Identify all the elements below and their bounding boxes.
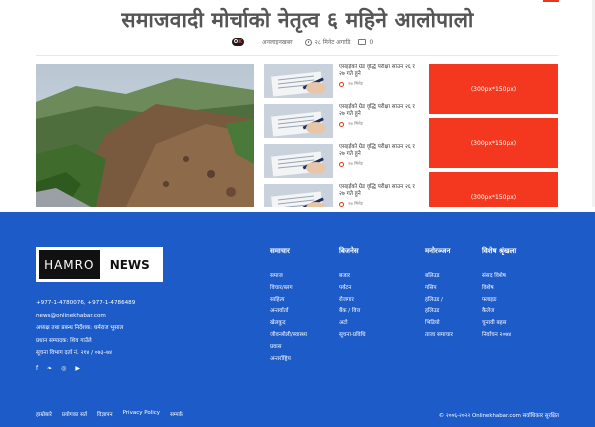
ad-column: (300px*150px) (300px*150px) (300px*150px… — [429, 64, 558, 226]
clock-icon — [339, 201, 344, 207]
editor-line: प्रधान सम्पादक: शिव गाउँले — [36, 337, 92, 344]
exam-photo — [264, 64, 333, 98]
facebook-icon[interactable]: f — [36, 365, 38, 372]
footer-link[interactable]: विशेष — [482, 283, 516, 295]
contact-link[interactable]: सम्पर्क — [170, 410, 183, 418]
social-links: f ❧ ◎ ▶ — [36, 365, 80, 372]
email-link[interactable]: news@onlinekhabar.com — [36, 310, 135, 323]
clock-icon — [339, 81, 344, 87]
publish-time: २८ मिनेट अगाडि — [314, 39, 351, 46]
footer-link[interactable]: भिडियो — [425, 318, 453, 330]
author-name[interactable]: अनलाइनखबर — [262, 38, 293, 46]
footer-link[interactable]: बैंक / वित्त — [339, 306, 366, 318]
footer-link[interactable]: निर्वाचन २०७४ — [482, 330, 516, 342]
news-thumbnail[interactable] — [264, 184, 333, 207]
related-news-item[interactable]: एसइईको ग्रेड वृद्धि परीक्षा साउन २६ र २७… — [264, 184, 419, 207]
footer-link[interactable]: हलिउड / — [425, 295, 453, 307]
news-title[interactable]: एसइईको ग्रेड वृद्धि परीक्षा साउन २६ र २७… — [339, 64, 415, 78]
footer-link[interactable]: प्रवास — [270, 342, 307, 354]
terms-link[interactable]: प्रयोगका सर्त — [62, 410, 87, 418]
news-time: २७ मिनेट — [348, 162, 364, 167]
footer-column-news: समाचार समाज विचार/ब्लग साहित्य अन्तर्वार… — [270, 247, 307, 365]
clock-icon — [339, 161, 344, 167]
exam-photo — [264, 184, 333, 207]
news-thumbnail[interactable] — [264, 104, 333, 138]
footer-link[interactable]: अटो — [339, 318, 366, 330]
related-news-item[interactable]: एसइईको ग्रेड वृद्धि परीक्षा साउन २६ र २७… — [264, 64, 419, 104]
logo-word-news: NEWS — [99, 250, 160, 279]
footer-link[interactable]: बजार — [339, 271, 366, 283]
advertise-link[interactable]: विज्ञापन — [97, 410, 113, 418]
footer-column-entertainment: मनोरञ्जन बलिउड गसिप हलिउड / हलिउड भिडियो… — [425, 247, 453, 342]
footer-link[interactable]: संसद विशेष — [482, 271, 516, 283]
footer-link[interactable]: रोजगार — [339, 295, 366, 307]
footer-column-business: बिजनेस बजार पर्यटन रोजगार बैंक / वित्त अ… — [339, 247, 366, 342]
footer-column-special: विशेष श्रृंखला संसद विशेष विशेष फ्लाइङ क… — [482, 247, 516, 342]
clock-icon — [304, 38, 312, 46]
comment-count[interactable]: 0 — [369, 39, 373, 46]
footer-link[interactable]: अन्तर्वार्ता — [270, 306, 307, 318]
column-heading[interactable]: समाचार — [270, 247, 307, 256]
article-headline: समाजवादी मोर्चाको नेतृत्व ६ महिने आलोपाल… — [121, 8, 474, 32]
news-title[interactable]: एसइईको ग्रेड वृद्धि परीक्षा साउन २६ र २७… — [339, 184, 415, 198]
footer-link[interactable]: विचार/ब्लग — [270, 283, 307, 295]
contact-info: +977-1-4780076, +977-1-4786489 news@onli… — [36, 297, 135, 360]
news-time: २७ मिनेट — [348, 122, 364, 127]
footer-link[interactable]: जीवनशैली/स्वास्थ्य — [270, 330, 307, 342]
about-link[interactable]: हाम्रोबारे — [36, 410, 52, 418]
news-time: २७ मिनेट — [348, 82, 364, 87]
footer-link[interactable]: पर्यटन — [339, 283, 366, 295]
footer-link[interactable]: साहित्य — [270, 295, 307, 307]
instagram-icon[interactable]: ◎ — [61, 365, 66, 372]
footer-logo[interactable]: HAMRO NEWS — [36, 247, 163, 282]
registration-line: सूचना विभाग दर्ता नं. २१४ / ०७३–७४ — [36, 350, 113, 357]
related-news-item[interactable]: एसइईको ग्रेड वृद्धि परीक्षा साउन २६ र २७… — [264, 144, 419, 184]
column-heading[interactable]: मनोरञ्जन — [425, 247, 453, 256]
ad-slot[interactable]: (300px*150px) — [429, 118, 558, 168]
news-thumbnail[interactable] — [264, 64, 333, 98]
footer-link[interactable]: हलिउड — [425, 306, 453, 318]
footer-link[interactable]: गसिप — [425, 283, 453, 295]
comment-icon[interactable] — [358, 39, 367, 45]
column-heading[interactable]: विशेष श्रृंखला — [482, 247, 516, 256]
exam-photo — [264, 104, 333, 138]
news-title[interactable]: एसइईको ग्रेड वृद्धि परीक्षा साउन २६ र २७… — [339, 144, 415, 158]
news-title[interactable]: एसइईको ग्रेड वृद्धि परीक्षा साउन २६ र २७… — [339, 104, 415, 118]
footer-link[interactable]: बलिउड — [425, 271, 453, 283]
clock-icon — [339, 121, 344, 127]
footer-link[interactable]: कैलेज — [482, 306, 516, 318]
news-thumbnail[interactable] — [264, 144, 333, 178]
logo-word-hamro: HAMRO — [39, 250, 100, 279]
landslide-photo — [36, 64, 254, 207]
exam-photo — [264, 144, 333, 178]
footer-link[interactable]: खेलकुद — [270, 318, 307, 330]
privacy-link[interactable]: Privacy Policy — [123, 410, 160, 418]
twitter-icon[interactable]: ❧ — [47, 365, 52, 372]
author-logo: OK — [232, 38, 244, 46]
article-meta: OK अनलाइनखबर २८ मिनेट अगाडि 0 — [232, 36, 373, 48]
column-heading[interactable]: बिजनेस — [339, 247, 366, 256]
related-news-list: एसइईको ग्रेड वृद्धि परीक्षा साउन २६ र २७… — [264, 64, 419, 207]
related-news-item[interactable]: एसइईको ग्रेड वृद्धि परीक्षा साउन २६ र २७… — [264, 104, 419, 144]
ad-slot[interactable]: (300px*150px) — [429, 64, 558, 114]
footer-link[interactable]: समाज — [270, 271, 307, 283]
site-footer: HAMRO NEWS +977-1-4780076, +977-1-478648… — [0, 207, 595, 427]
footer-link[interactable]: सूचना-प्रविधि — [339, 330, 366, 342]
top-accent-bar — [543, 0, 559, 2]
footer-bottom-links: हाम्रोबारे प्रयोगका सर्त विज्ञापन Privac… — [36, 410, 183, 418]
footer-link[interactable]: ताजा समाचार — [425, 330, 453, 342]
chairman-line: अध्यक्ष तथा प्रबन्ध निर्देशक: धर्मराज भु… — [36, 325, 124, 332]
hero-image[interactable] — [36, 64, 254, 207]
youtube-icon[interactable]: ▶ — [75, 365, 80, 372]
copyright-text: © २००६-२०२२ Onlinekhabar.com सर्वाधिकार … — [438, 413, 559, 419]
footer-link[interactable]: फ्लाइङ — [482, 295, 516, 307]
footer-link[interactable]: चुनावी बहस — [482, 318, 516, 330]
meta-divider — [36, 55, 558, 56]
footer-link[interactable]: अन्तर्राष्ट्रिय — [270, 354, 307, 366]
phone-numbers[interactable]: +977-1-4780076, +977-1-4786489 — [36, 297, 135, 310]
